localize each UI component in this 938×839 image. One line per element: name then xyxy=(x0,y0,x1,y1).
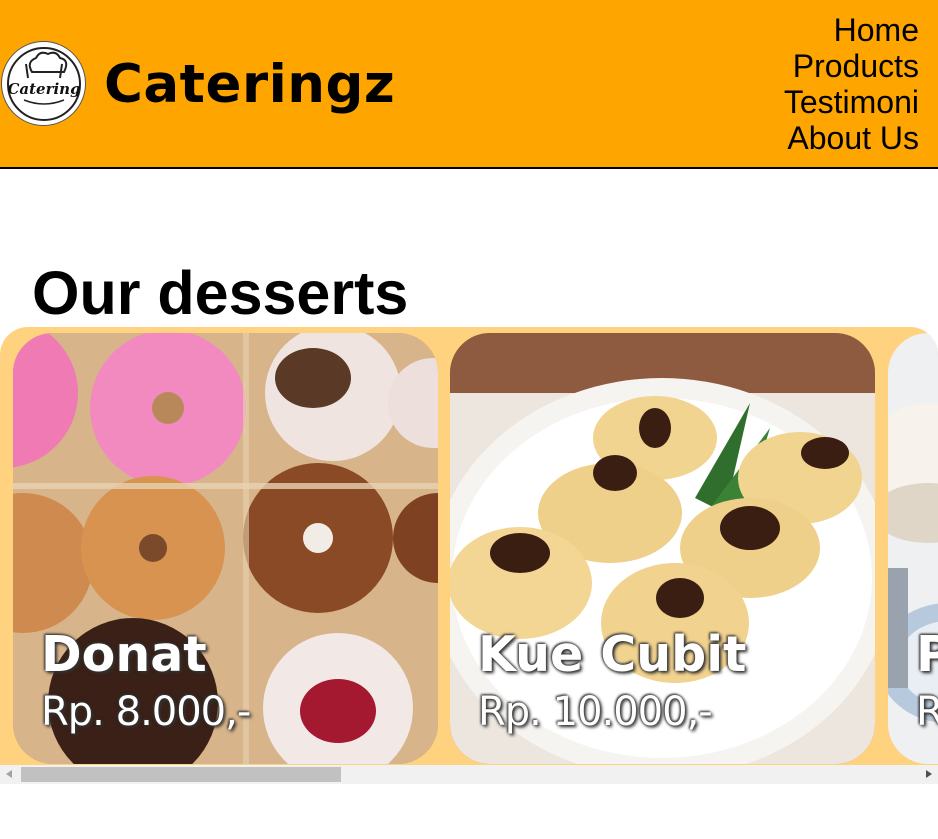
nav-home[interactable]: Home xyxy=(784,12,919,48)
section-title: Our desserts xyxy=(32,259,409,327)
product-name: P xyxy=(916,626,938,683)
product-card-kue-cubit[interactable]: Kue Cubit Rp. 10.000,- xyxy=(450,333,875,764)
site-header: Catering Cateringz Home Products Testimo… xyxy=(0,0,938,169)
product-card-partial[interactable]: P R xyxy=(888,333,938,764)
product-name: Kue Cubit xyxy=(478,626,747,683)
logo[interactable]: Catering xyxy=(1,41,86,126)
logo-text: Catering xyxy=(7,80,80,98)
brand-name[interactable]: Cateringz xyxy=(104,54,395,116)
product-card-donat[interactable]: Donat Rp. 8.000,- xyxy=(13,333,438,764)
nav-testimoni[interactable]: Testimoni xyxy=(784,84,919,120)
scroll-right-arrow-icon[interactable] xyxy=(926,770,932,778)
product-name: Donat xyxy=(41,626,207,683)
nav-about-us[interactable]: About Us xyxy=(784,120,919,156)
product-price: R xyxy=(916,689,938,735)
scroll-left-arrow-icon[interactable] xyxy=(6,770,12,778)
product-price: Rp. 10.000,- xyxy=(478,689,713,735)
product-price: Rp. 8.000,- xyxy=(41,689,251,735)
carousel-scrollbar[interactable] xyxy=(0,765,938,784)
nav-products[interactable]: Products xyxy=(784,48,919,84)
main-nav: Home Products Testimoni About Us xyxy=(784,12,919,156)
scrollbar-thumb[interactable] xyxy=(21,767,341,782)
chef-hat-icon: Catering xyxy=(7,47,81,121)
product-carousel[interactable]: Donat Rp. 8.000,- Kue Cubit Rp. 10.000,-… xyxy=(0,327,938,765)
